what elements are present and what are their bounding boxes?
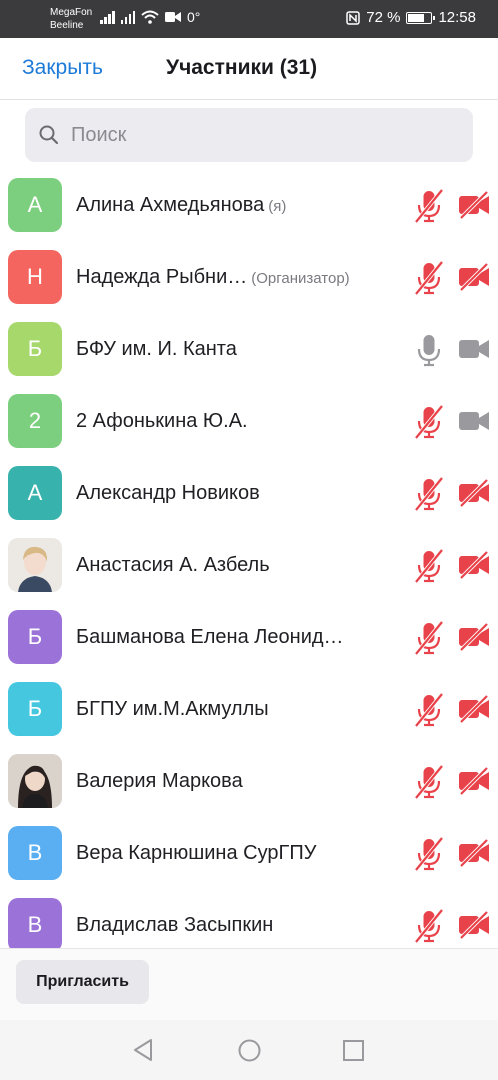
video-off-icon[interactable] <box>458 190 490 224</box>
mic-muted-icon[interactable] <box>414 620 444 661</box>
participant-name: Владислав Засыпкин <box>76 914 274 936</box>
search-input[interactable] <box>71 117 461 153</box>
mic-icon[interactable] <box>414 332 444 373</box>
bottom-bar: Пригласить <box>0 948 498 1020</box>
participant-name: 2 Афонькина Ю.А. <box>76 410 248 432</box>
signal-icon <box>100 10 115 24</box>
participant-row[interactable]: А Александр Новиков <box>0 458 498 530</box>
participant-name-line: Александр Новиков <box>76 482 260 505</box>
participant-row[interactable]: В Владислав Засыпкин <box>0 890 498 948</box>
participant-name: Анастасия А. Азбель <box>76 554 270 576</box>
participant-name: Валерия Маркова <box>76 770 243 792</box>
search-bar[interactable] <box>25 108 473 162</box>
mic-muted-icon[interactable] <box>414 476 444 517</box>
mic-muted-icon[interactable] <box>414 692 444 733</box>
participant-row[interactable]: Б БФУ им. И. Канта <box>0 314 498 386</box>
nfc-icon <box>346 10 360 25</box>
participant-row[interactable]: В Вера Карнюшина СурГПУ <box>0 818 498 890</box>
search-icon <box>39 125 59 145</box>
participant-name-line: БГПУ им.М.Акмуллы <box>76 698 269 721</box>
recent-apps-icon[interactable] <box>343 1040 364 1061</box>
avatar: Б <box>8 610 62 664</box>
participant-row[interactable]: Анастасия А. Азбель <box>0 530 498 602</box>
participant-name: Алина Ахмедьянова <box>76 194 265 216</box>
participant-name: БГПУ им.М.Акмуллы <box>76 698 269 720</box>
avatar: 2 <box>8 394 62 448</box>
participant-row[interactable]: Валерия Маркова <box>0 746 498 818</box>
video-icon[interactable] <box>458 335 490 368</box>
participant-row[interactable]: Б Башманова Елена Леонид… <box>0 602 498 674</box>
participant-name-line: Алина Ахмедьянова (я) <box>76 194 286 217</box>
participant-name-line: Владислав Засыпкин <box>76 914 273 937</box>
avatar: Б <box>8 682 62 736</box>
carrier-1: MegaFon <box>50 7 93 18</box>
header: Закрыть Участники (31) <box>0 38 498 100</box>
video-off-icon[interactable] <box>458 622 490 656</box>
page-title: Участники (31) <box>166 56 318 79</box>
participant-name-line: Надежда Рыбни… (Организатор) <box>76 266 350 289</box>
mic-muted-icon[interactable] <box>414 836 444 877</box>
video-off-icon[interactable] <box>458 910 490 944</box>
mic-muted-icon[interactable] <box>414 764 444 805</box>
avatar: Н <box>8 250 62 304</box>
participant-row[interactable]: А Алина Ахмедьянова (я) <box>0 170 498 242</box>
status-right: 72 % 12:58 <box>346 9 476 26</box>
video-off-icon[interactable] <box>458 262 490 296</box>
avatar: В <box>8 826 62 880</box>
video-off-icon[interactable] <box>458 694 490 728</box>
video-status-icon <box>165 12 181 22</box>
participants-list: А Алина Ахмедьянова (я) Н Надежда Рыбни… (Орг… <box>0 170 498 948</box>
avatar: В <box>8 898 62 948</box>
signal-icon-2 <box>120 10 135 24</box>
participant-role-tag: (я) <box>268 198 287 215</box>
avatar: Б <box>8 322 62 376</box>
battery-icon <box>406 11 436 24</box>
home-icon[interactable] <box>238 1039 261 1062</box>
participant-name-line: БФУ им. И. Канта <box>76 338 237 361</box>
participant-name: Надежда Рыбни… <box>76 266 248 288</box>
status-bar: MegaFon Beeline 0° 72 % 12:58 <box>0 0 498 38</box>
video-icon[interactable] <box>458 407 490 440</box>
carrier-names: MegaFon Beeline <box>50 6 92 32</box>
participant-row[interactable]: 2 2 Афонькина Ю.А. <box>0 386 498 458</box>
mic-muted-icon[interactable] <box>414 548 444 589</box>
video-off-icon[interactable] <box>458 478 490 512</box>
participant-name: Вера Карнюшина СурГПУ <box>76 842 317 864</box>
clock: 12:58 <box>438 9 476 26</box>
participant-name: БФУ им. И. Канта <box>76 338 237 360</box>
mic-muted-icon[interactable] <box>414 188 444 229</box>
participant-name-line: Вера Карнюшина СурГПУ <box>76 842 316 865</box>
wifi-icon <box>141 10 159 24</box>
carrier-2: Beeline <box>50 20 84 31</box>
participant-row[interactable]: Б БГПУ им.М.Акмуллы <box>0 674 498 746</box>
invite-button[interactable]: Пригласить <box>16 960 149 1004</box>
status-extra: 0° <box>187 9 201 25</box>
battery-percent: 72 % <box>366 9 401 26</box>
avatar: А <box>8 466 62 520</box>
back-icon[interactable] <box>132 1038 154 1062</box>
video-off-icon[interactable] <box>458 766 490 800</box>
participant-row[interactable]: Н Надежда Рыбни… (Организатор) <box>0 242 498 314</box>
mic-muted-icon[interactable] <box>414 260 444 301</box>
participant-name-line: Башманова Елена Леонид… <box>76 626 344 649</box>
participant-name-line: Анастасия А. Азбель <box>76 554 270 577</box>
video-off-icon[interactable] <box>458 838 490 872</box>
mic-muted-icon[interactable] <box>414 404 444 445</box>
participant-name: Башманова Елена Леонид… <box>76 626 344 648</box>
status-icons: 0° <box>100 9 200 25</box>
participant-name-line: Валерия Маркова <box>76 770 243 793</box>
participant-name: Александр Новиков <box>76 482 260 504</box>
system-nav-bar <box>0 1020 498 1080</box>
close-button[interactable]: Закрыть <box>22 56 103 80</box>
video-off-icon[interactable] <box>458 550 490 584</box>
participant-name-line: 2 Афонькина Ю.А. <box>76 410 248 433</box>
mic-muted-icon[interactable] <box>414 908 444 948</box>
avatar <box>8 754 62 808</box>
participant-role-tag: (Организатор) <box>251 270 350 287</box>
avatar <box>8 538 62 592</box>
avatar: А <box>8 178 62 232</box>
